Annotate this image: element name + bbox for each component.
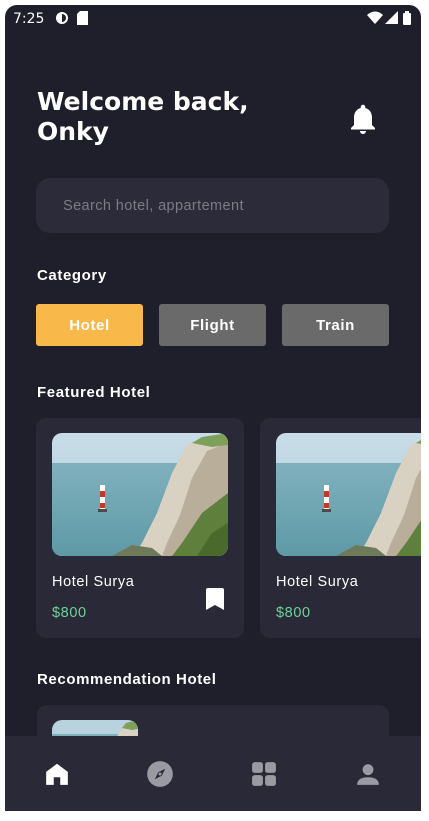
bookmark-button[interactable]: [206, 588, 224, 610]
welcome-heading: Welcome back, Onky: [37, 87, 249, 146]
hotel-name: Hotel Surya: [52, 574, 135, 590]
hotel-image: [52, 433, 228, 556]
wifi-icon: [367, 11, 383, 24]
category-chip-train[interactable]: Train: [282, 304, 389, 346]
nav-profile[interactable]: [352, 758, 384, 790]
bookmark-icon: [206, 588, 224, 610]
nav-explore[interactable]: [144, 758, 176, 790]
status-bar: 7:25: [5, 5, 421, 33]
compass-icon: [147, 761, 173, 787]
grid-icon: [252, 762, 276, 786]
nav-home[interactable]: [41, 758, 73, 790]
profile-icon: [357, 764, 379, 785]
battery-icon: [403, 11, 411, 25]
featured-hotel-card[interactable]: Hotel Surya $800: [36, 418, 244, 638]
search-field[interactable]: [36, 178, 389, 233]
search-input[interactable]: [36, 178, 389, 233]
recommendation-hotel-title: Recommendation Hotel: [37, 671, 217, 688]
featured-hotel-title: Featured Hotel: [37, 384, 151, 401]
hotel-name: Hotel Surya: [276, 574, 359, 590]
hotel-price: $800: [276, 605, 311, 621]
bottom-navigation: [5, 736, 421, 811]
data-saver-icon: [56, 12, 68, 24]
nav-dashboard[interactable]: [248, 758, 280, 790]
notification-button[interactable]: [345, 101, 381, 137]
category-chip-hotel[interactable]: Hotel: [36, 304, 143, 346]
status-time: 7:25: [13, 11, 45, 27]
bell-icon: [351, 104, 375, 134]
hotel-image: [276, 433, 421, 556]
hotel-price: $800: [52, 605, 87, 621]
home-icon: [46, 763, 68, 785]
category-title: Category: [37, 267, 107, 284]
featured-hotel-card[interactable]: Hotel Surya $800: [260, 418, 421, 638]
sd-card-icon: [77, 11, 88, 25]
cellular-signal-icon: [385, 11, 398, 24]
category-chip-flight[interactable]: Flight: [159, 304, 266, 346]
app-screen: 7:25 Welcome back, Onky Category Hotel F…: [5, 5, 421, 811]
